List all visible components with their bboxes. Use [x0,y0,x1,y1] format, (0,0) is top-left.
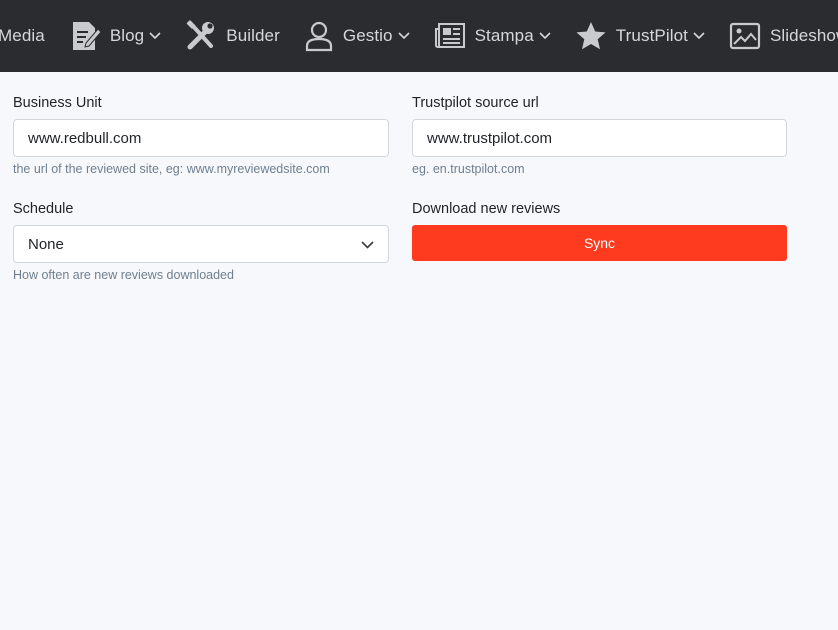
nav-item-stampa-label: Stampa [474,26,534,45]
business-unit-help: the url of the reviewed site, eg: www.my… [13,162,330,176]
nav-item-gestio[interactable]: Gestio [304,0,410,72]
newspaper-icon [434,21,466,51]
nav-item-builder[interactable]: Builder [185,0,280,72]
source-url-label: Trustpilot source url [412,95,539,111]
schedule-help: How often are new reviews downloaded [13,268,234,282]
nav-item-blog[interactable]: Blog [69,0,161,72]
nav-item-media-label: Media [0,26,45,45]
star-icon [575,21,607,51]
user-icon [304,20,334,52]
main-nav: Media Blog Builder Gestio Stampa TrustPi… [0,0,838,72]
top-navigation-bar: Media Blog Builder Gestio Stampa TrustPi… [0,0,838,72]
chevron-down-icon [539,32,551,40]
chevron-down-icon [398,32,410,40]
nav-item-trustpilot-label: TrustPilot [615,26,688,45]
schedule-selected-value: None [28,235,64,253]
download-reviews-label: Download new reviews [412,201,561,217]
schedule-select[interactable]: None [13,225,389,263]
nav-item-slideshow-label: Slideshow [769,26,838,45]
nav-item-slideshow[interactable]: Slideshow [729,0,838,72]
nav-item-media[interactable]: Media [0,0,45,72]
nav-item-blog-label: Blog [109,26,145,45]
tools-icon [185,20,217,52]
chevron-down-icon [693,32,705,40]
schedule-label: Schedule [13,201,74,217]
nav-item-trustpilot[interactable]: TrustPilot [575,0,705,72]
business-unit-input[interactable] [13,119,389,157]
business-unit-label: Business Unit [13,95,102,111]
source-url-help: eg. en.trustpilot.com [412,162,525,176]
chevron-down-icon [149,32,161,40]
nav-item-builder-label: Builder [226,26,280,45]
image-icon [729,22,761,50]
source-url-input[interactable] [412,119,787,157]
chevron-down-icon [361,236,374,253]
sync-button[interactable]: Sync [412,225,787,261]
nav-item-gestio-label: Gestio [342,26,393,45]
nav-item-stampa[interactable]: Stampa [434,0,551,72]
blog-document-icon [69,20,101,52]
